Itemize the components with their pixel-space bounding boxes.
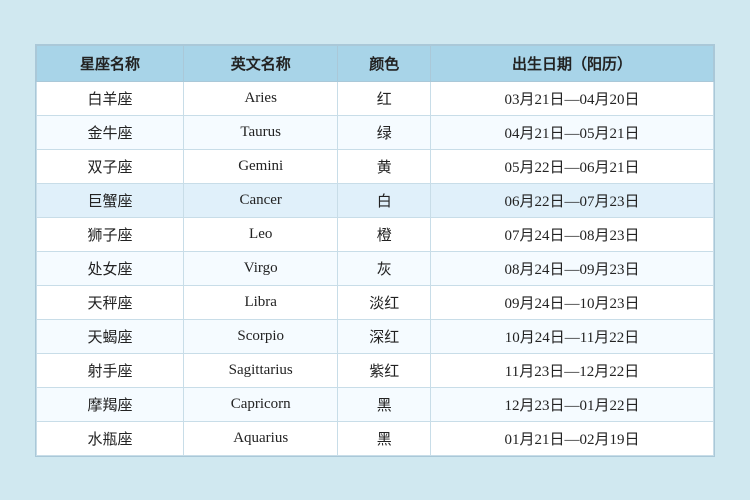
cell-chinese-name: 处女座: [37, 251, 184, 285]
cell-english-name: Leo: [183, 217, 337, 251]
cell-color: 黄: [338, 149, 431, 183]
cell-color: 深红: [338, 319, 431, 353]
cell-chinese-name: 摩羯座: [37, 387, 184, 421]
table-header-cell: 英文名称: [183, 45, 337, 81]
zodiac-table: 星座名称英文名称颜色出生日期（阳历） 白羊座Aries红03月21日—04月20…: [36, 45, 714, 456]
cell-english-name: Virgo: [183, 251, 337, 285]
cell-chinese-name: 白羊座: [37, 81, 184, 115]
cell-english-name: Capricorn: [183, 387, 337, 421]
cell-color: 淡红: [338, 285, 431, 319]
cell-english-name: Aquarius: [183, 421, 337, 455]
cell-color: 黑: [338, 387, 431, 421]
cell-chinese-name: 天蝎座: [37, 319, 184, 353]
cell-dates: 07月24日—08月23日: [430, 217, 713, 251]
table-row: 射手座Sagittarius紫红11月23日—12月22日: [37, 353, 714, 387]
cell-color: 灰: [338, 251, 431, 285]
cell-color: 紫红: [338, 353, 431, 387]
cell-chinese-name: 天秤座: [37, 285, 184, 319]
table-row: 水瓶座Aquarius黑01月21日—02月19日: [37, 421, 714, 455]
cell-color: 绿: [338, 115, 431, 149]
table-header-cell: 星座名称: [37, 45, 184, 81]
table-header-cell: 出生日期（阳历）: [430, 45, 713, 81]
table-row: 金牛座Taurus绿04月21日—05月21日: [37, 115, 714, 149]
cell-dates: 12月23日—01月22日: [430, 387, 713, 421]
cell-english-name: Gemini: [183, 149, 337, 183]
cell-chinese-name: 水瓶座: [37, 421, 184, 455]
cell-dates: 01月21日—02月19日: [430, 421, 713, 455]
cell-color: 白: [338, 183, 431, 217]
cell-chinese-name: 金牛座: [37, 115, 184, 149]
cell-english-name: Sagittarius: [183, 353, 337, 387]
cell-english-name: Taurus: [183, 115, 337, 149]
cell-dates: 10月24日—11月22日: [430, 319, 713, 353]
cell-color: 黑: [338, 421, 431, 455]
cell-english-name: Aries: [183, 81, 337, 115]
table-row: 天蝎座Scorpio深红10月24日—11月22日: [37, 319, 714, 353]
cell-chinese-name: 射手座: [37, 353, 184, 387]
table-row: 白羊座Aries红03月21日—04月20日: [37, 81, 714, 115]
cell-dates: 11月23日—12月22日: [430, 353, 713, 387]
cell-english-name: Cancer: [183, 183, 337, 217]
table-row: 双子座Gemini黄05月22日—06月21日: [37, 149, 714, 183]
cell-chinese-name: 双子座: [37, 149, 184, 183]
zodiac-table-wrapper: 星座名称英文名称颜色出生日期（阳历） 白羊座Aries红03月21日—04月20…: [35, 44, 715, 457]
table-row: 处女座Virgo灰08月24日—09月23日: [37, 251, 714, 285]
cell-dates: 06月22日—07月23日: [430, 183, 713, 217]
cell-chinese-name: 巨蟹座: [37, 183, 184, 217]
table-header-row: 星座名称英文名称颜色出生日期（阳历）: [37, 45, 714, 81]
table-row: 巨蟹座Cancer白06月22日—07月23日: [37, 183, 714, 217]
cell-dates: 04月21日—05月21日: [430, 115, 713, 149]
cell-dates: 09月24日—10月23日: [430, 285, 713, 319]
cell-chinese-name: 狮子座: [37, 217, 184, 251]
table-row: 摩羯座Capricorn黑12月23日—01月22日: [37, 387, 714, 421]
cell-english-name: Scorpio: [183, 319, 337, 353]
cell-dates: 05月22日—06月21日: [430, 149, 713, 183]
cell-dates: 08月24日—09月23日: [430, 251, 713, 285]
cell-color: 橙: [338, 217, 431, 251]
table-row: 狮子座Leo橙07月24日—08月23日: [37, 217, 714, 251]
table-header-cell: 颜色: [338, 45, 431, 81]
table-row: 天秤座Libra淡红09月24日—10月23日: [37, 285, 714, 319]
cell-dates: 03月21日—04月20日: [430, 81, 713, 115]
cell-english-name: Libra: [183, 285, 337, 319]
cell-color: 红: [338, 81, 431, 115]
